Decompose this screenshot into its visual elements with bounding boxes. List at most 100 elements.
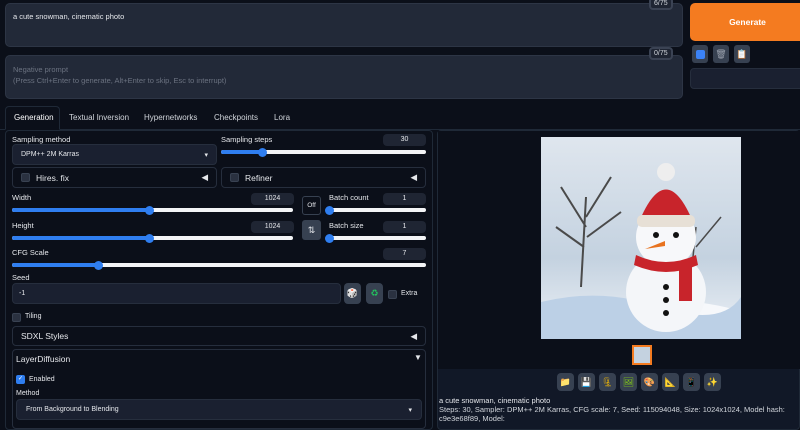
swap-dimensions-button[interactable]: ⇅	[302, 220, 321, 240]
batch-size-input[interactable]: 1	[383, 221, 426, 233]
method-label: Method	[16, 390, 40, 397]
refiner-label: Refiner	[245, 172, 273, 183]
ruler-button[interactable]: 📐	[662, 373, 679, 391]
slider-thumb[interactable]	[145, 233, 155, 243]
aspect-lock-button[interactable]: Off	[302, 196, 321, 215]
slider-track[interactable]	[12, 205, 293, 215]
layerdiffusion-title[interactable]: LayerDiffusion	[16, 354, 70, 364]
gallery-thumbnail[interactable]	[632, 345, 652, 365]
sparkle-button[interactable]: ✨	[704, 373, 721, 391]
expand-arrow-icon[interactable]: ▼	[414, 353, 422, 362]
generation-info: Steps: 30, Sampler: DPM++ 2M Karras, CFG…	[439, 405, 785, 423]
height-slider[interactable]	[12, 233, 293, 243]
extra-label: Extra	[401, 290, 418, 297]
batch-count-slider[interactable]	[324, 205, 426, 215]
trash-icon: 🗑	[715, 48, 727, 59]
hires-fix-accordion[interactable]: Hires. fix ◀	[12, 167, 217, 188]
seed-input[interactable]: -1	[12, 283, 341, 304]
chevron-down-icon: ▾	[408, 407, 412, 414]
arrow-icon	[695, 49, 705, 59]
folder-button[interactable]: 📁	[557, 373, 574, 391]
negative-token-counter: 0/75	[649, 47, 673, 60]
negative-placeholder: Negative prompt	[13, 65, 69, 74]
generate-button[interactable]: Generate	[690, 3, 800, 41]
collapse-arrow-icon: ◀	[410, 330, 417, 341]
prompt-token-counter: 6/75	[649, 0, 673, 10]
slider-thumb[interactable]	[257, 147, 267, 157]
read-params-button[interactable]	[692, 45, 708, 63]
folder-icon: 📁	[559, 376, 572, 387]
sampling-steps-label: Sampling steps	[221, 135, 273, 144]
slider-track[interactable]	[221, 147, 426, 157]
slider-fill	[221, 150, 262, 154]
sampling-method-dropdown[interactable]: DPM++ 2M Karras ▾	[12, 144, 217, 165]
tab-checkpoints[interactable]: Checkpoints	[214, 113, 258, 122]
zip-button[interactable]: 🗜	[599, 373, 616, 391]
slider-track[interactable]	[324, 233, 426, 243]
slider-track[interactable]	[12, 260, 426, 270]
generated-image[interactable]	[541, 137, 741, 339]
slider-thumb[interactable]	[94, 260, 104, 270]
cfg-scale-input[interactable]: 7	[383, 248, 426, 260]
slider-track[interactable]	[12, 233, 293, 243]
slider-track[interactable]	[324, 205, 426, 215]
enabled-checkbox[interactable]: ✓	[16, 375, 25, 384]
random-seed-button[interactable]: 🎲	[344, 283, 361, 304]
sampling-steps-slider[interactable]	[221, 147, 426, 157]
seed-value: -1	[19, 290, 26, 297]
image-toolbar: 📁 💾 🗜 🖼 🎨 📐 📱 ✨	[557, 373, 721, 391]
prompt-text: a cute snowman, cinematic photo	[13, 12, 125, 21]
clipboard-icon: 📋	[736, 48, 748, 59]
extra-seed-checkbox[interactable]	[388, 290, 397, 299]
width-label: Width	[12, 193, 32, 202]
slider-fill	[12, 263, 99, 267]
tab-hypernetworks[interactable]: Hypernetworks	[144, 113, 197, 122]
styles-dropdown[interactable]	[690, 68, 800, 89]
slider-thumb[interactable]	[145, 205, 155, 215]
palette-button[interactable]: 🎨	[641, 373, 658, 391]
collapse-arrow-icon: ◀	[410, 172, 417, 182]
prompt-input[interactable]: a cute snowman, cinematic photo	[5, 3, 683, 47]
slider-thumb[interactable]	[324, 205, 334, 215]
palette-icon: 🎨	[643, 376, 656, 387]
sdxl-styles-accordion[interactable]: SDXL Styles ◀	[12, 326, 426, 346]
cfg-scale-label: CFG Scale	[12, 248, 49, 257]
tiling-label: Tiling	[25, 313, 42, 320]
sdxl-styles-label: SDXL Styles	[21, 331, 69, 341]
swap-icon: ⇅	[307, 224, 316, 235]
apply-styles-button[interactable]: 📋	[734, 45, 750, 63]
seed-label: Seed	[12, 273, 30, 282]
height-input[interactable]: 1024	[251, 221, 294, 233]
cfg-scale-slider[interactable]	[12, 260, 426, 270]
refiner-checkbox[interactable]	[230, 173, 239, 182]
reuse-seed-button[interactable]: ♻	[366, 283, 383, 304]
collapse-arrow-icon: ◀	[201, 172, 208, 182]
batch-size-slider[interactable]	[324, 233, 426, 243]
width-input[interactable]: 1024	[251, 193, 294, 205]
negative-prompt-input[interactable]: Negative prompt (Press Ctrl+Enter to gen…	[5, 55, 683, 99]
tab-generation-label: Generation	[14, 113, 54, 122]
sampling-method-label: Sampling method	[12, 135, 71, 144]
sparkle-icon: ✨	[706, 376, 719, 387]
save-button[interactable]: 💾	[578, 373, 595, 391]
dice-icon: 🎲	[346, 288, 359, 298]
hires-fix-checkbox[interactable]	[21, 173, 30, 182]
tab-lora[interactable]: Lora	[274, 113, 290, 122]
refiner-accordion[interactable]: Refiner ◀	[221, 167, 426, 188]
save-icon: 💾	[580, 376, 593, 387]
extras-button[interactable]: 📱	[683, 373, 700, 391]
tiling-checkbox[interactable]	[12, 313, 21, 322]
batch-count-input[interactable]: 1	[383, 193, 426, 205]
method-dropdown[interactable]: From Background to Blending ▾	[16, 399, 422, 420]
sampling-steps-input[interactable]: 30	[383, 134, 426, 146]
negative-hint: (Press Ctrl+Enter to generate, Alt+Enter…	[13, 76, 227, 85]
tab-textual-inversion[interactable]: Textual Inversion	[69, 113, 129, 122]
slider-thumb[interactable]	[324, 233, 334, 243]
width-slider[interactable]	[12, 205, 293, 215]
batch-size-label: Batch size	[329, 221, 364, 230]
output-caption: a cute snowman, cinematic photo	[439, 396, 551, 405]
image-button[interactable]: 🖼	[620, 373, 637, 391]
chevron-down-icon: ▾	[204, 152, 208, 159]
hires-fix-label: Hires. fix	[36, 172, 70, 183]
clear-prompt-button[interactable]: 🗑	[713, 45, 729, 63]
